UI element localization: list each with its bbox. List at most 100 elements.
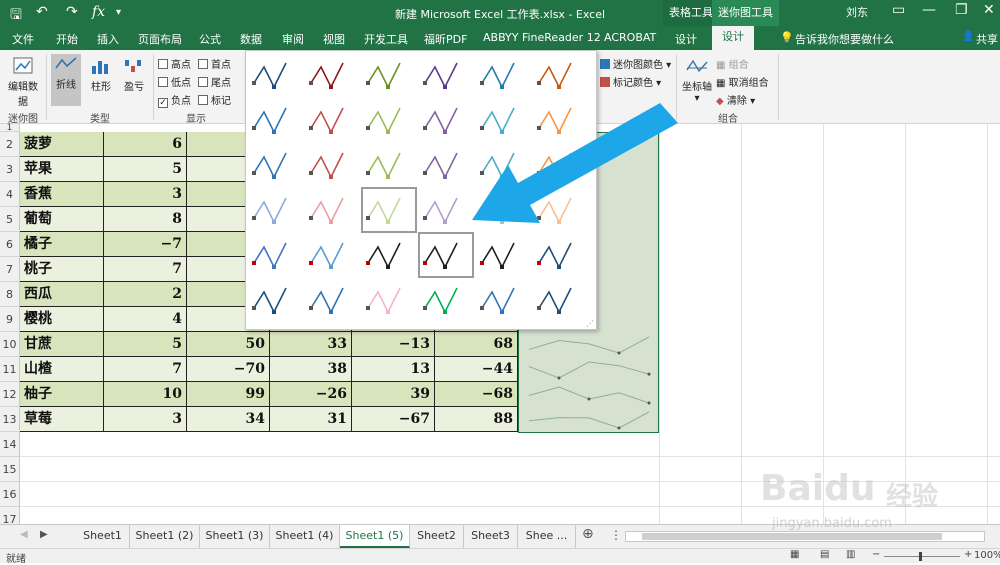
value-cell[interactable]: 13	[352, 357, 435, 382]
close-button[interactable]: ✕	[983, 2, 995, 18]
resize-grip-icon[interactable]: ⋰	[586, 319, 594, 328]
fruit-name-cell[interactable]: 草莓	[20, 407, 104, 432]
tab-formulas[interactable]: 公式	[199, 31, 221, 47]
fruit-name-cell[interactable]: 甘蔗	[20, 332, 104, 357]
last-point-checkbox[interactable]: 尾点	[198, 74, 231, 89]
value-cell[interactable]: 5	[104, 157, 187, 182]
value-cell[interactable]: 33	[270, 332, 352, 357]
value-cell[interactable]: 3	[104, 182, 187, 207]
sparkline-style-option[interactable]	[309, 282, 359, 320]
sparkline-style-option[interactable]	[537, 57, 587, 95]
row-header[interactable]: 8	[0, 282, 20, 307]
sparkline-style-option[interactable]	[252, 192, 302, 230]
sparkline-style-option[interactable]	[480, 57, 530, 95]
sparkline-style-option[interactable]	[309, 192, 359, 230]
row-header[interactable]: 4	[0, 182, 20, 207]
minimize-button[interactable]: —	[922, 2, 936, 18]
value-cell[interactable]: 38	[270, 357, 352, 382]
tab-insert[interactable]: 插入	[97, 31, 119, 47]
fruit-name-cell[interactable]: 樱桃	[20, 307, 104, 332]
value-cell[interactable]: 50	[187, 332, 270, 357]
column-type-button[interactable]: 柱形	[86, 56, 116, 93]
row-header[interactable]: 16	[0, 482, 20, 507]
tab-foxit-pdf[interactable]: 福昕PDF	[424, 31, 467, 47]
tab-page-layout[interactable]: 页面布局	[138, 31, 182, 47]
ribbon-options-icon[interactable]: ▭	[892, 2, 905, 18]
tell-me-search[interactable]: 告诉我你想要做什么	[795, 31, 894, 47]
sparkline-style-option[interactable]	[366, 237, 416, 275]
page-break-view-icon[interactable]: ▥	[846, 549, 855, 560]
next-sheet-icon[interactable]: ▶	[40, 529, 48, 540]
low-point-checkbox[interactable]: 低点	[158, 74, 191, 89]
row-header[interactable]: 13	[0, 407, 20, 432]
sparkline-style-option[interactable]	[537, 237, 587, 275]
fruit-name-cell[interactable]: 葡萄	[20, 207, 104, 232]
sparkline-style-option[interactable]	[309, 102, 359, 140]
value-cell[interactable]: 34	[187, 407, 270, 432]
checkbox-box[interactable]	[158, 77, 168, 87]
style-option-hitbox[interactable]	[252, 57, 302, 95]
sparkline-style-option[interactable]	[423, 57, 473, 95]
fruit-name-cell[interactable]: 桃子	[20, 257, 104, 282]
style-option-hitbox[interactable]	[537, 237, 587, 275]
value-cell[interactable]: 39	[352, 382, 435, 407]
checkbox-box[interactable]	[198, 59, 208, 69]
share-button[interactable]: 共享	[976, 31, 998, 47]
style-option-hitbox[interactable]	[366, 237, 416, 275]
sparkline-style-option[interactable]	[252, 237, 302, 275]
fruit-name-cell[interactable]: 菠萝	[20, 132, 104, 157]
sparkline-style-option[interactable]	[309, 147, 359, 185]
row-header[interactable]: 11	[0, 357, 20, 382]
negative-point-checkbox[interactable]: ✓ 负点	[158, 92, 191, 108]
style-option-hitbox[interactable]	[309, 57, 359, 95]
row-header[interactable]: 9	[0, 307, 20, 332]
value-cell[interactable]: −67	[352, 407, 435, 432]
sheet-tab[interactable]: Sheet3	[464, 525, 518, 548]
sheet-tab[interactable]: Shee ...	[518, 525, 576, 548]
sparkline-style-option[interactable]	[366, 282, 416, 320]
zoom-out-icon[interactable]: −	[872, 549, 880, 560]
style-option-hitbox[interactable]	[252, 147, 302, 185]
value-cell[interactable]: −44	[435, 357, 518, 382]
row-header[interactable]: 3	[0, 157, 20, 182]
style-option-hitbox[interactable]	[309, 102, 359, 140]
style-option-hitbox[interactable]	[252, 102, 302, 140]
tab-file[interactable]: 文件	[12, 31, 34, 47]
sparkline-style-option[interactable]	[361, 187, 417, 233]
tab-table-design[interactable]: 设计	[675, 31, 697, 47]
tab-data[interactable]: 数据	[240, 31, 262, 47]
value-cell[interactable]: 68	[435, 332, 518, 357]
row-header[interactable]: 14	[0, 432, 20, 457]
sparkline-style-option[interactable]	[418, 232, 474, 278]
zoom-slider[interactable]	[884, 556, 960, 557]
restore-button[interactable]: ❐	[955, 2, 968, 18]
value-cell[interactable]: −7	[104, 232, 187, 257]
value-cell[interactable]: 88	[435, 407, 518, 432]
checkbox-box[interactable]	[198, 95, 208, 105]
sparkline-style-option[interactable]	[309, 237, 359, 275]
more-options-icon[interactable]: ⋮	[610, 528, 622, 542]
style-option-hitbox[interactable]	[366, 147, 416, 185]
value-cell[interactable]: 7	[104, 357, 187, 382]
sparkline-style-option[interactable]	[366, 57, 416, 95]
style-option-hitbox[interactable]	[366, 192, 416, 230]
sparkline-style-option[interactable]	[309, 57, 359, 95]
tab-abbyy[interactable]: ABBYY FineReader 12	[483, 31, 601, 44]
sparkline-style-option[interactable]	[252, 57, 302, 95]
style-option-hitbox[interactable]	[423, 282, 473, 320]
sheet-tab[interactable]: Sheet1	[76, 525, 130, 548]
style-option-hitbox[interactable]	[537, 57, 587, 95]
value-cell[interactable]: 8	[104, 207, 187, 232]
sparkline-style-option[interactable]	[252, 102, 302, 140]
markers-checkbox[interactable]: 标记	[198, 92, 231, 107]
user-name[interactable]: 刘东	[840, 0, 874, 26]
style-option-hitbox[interactable]	[366, 282, 416, 320]
fruit-name-cell[interactable]: 苹果	[20, 157, 104, 182]
tab-view[interactable]: 视图	[323, 31, 345, 47]
row-header[interactable]: 15	[0, 457, 20, 482]
row-header[interactable]: 2	[0, 132, 20, 157]
value-cell[interactable]: 3	[104, 407, 187, 432]
style-option-hitbox[interactable]	[480, 237, 530, 275]
zoom-level[interactable]: 100%	[974, 550, 1000, 561]
value-cell[interactable]: 4	[104, 307, 187, 332]
